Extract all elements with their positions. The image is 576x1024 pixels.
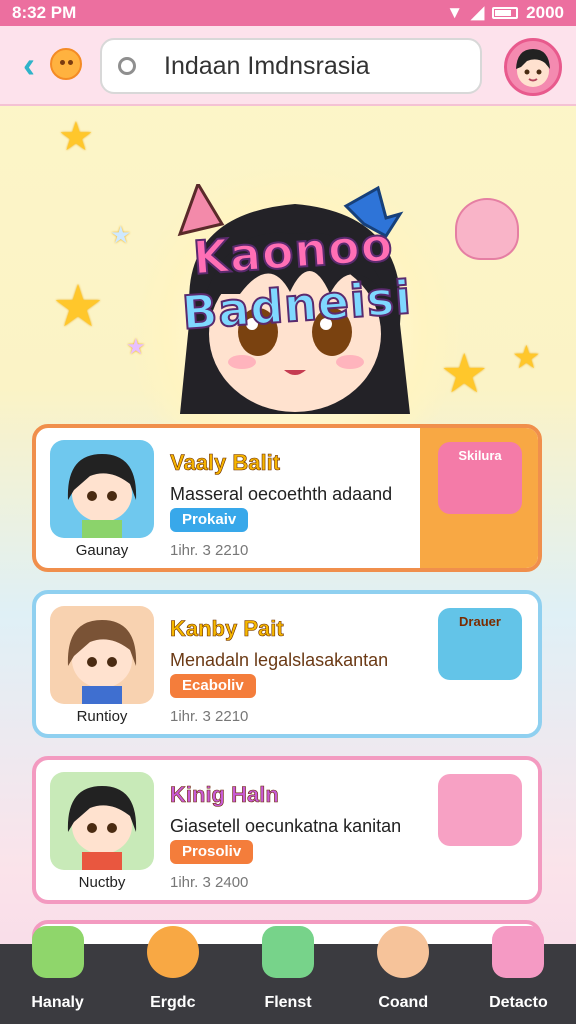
card-thumb-label: Gaunay [75, 542, 129, 559]
sticker-text: Drauer [459, 614, 501, 629]
nav-item-detacto[interactable]: Detacto [461, 926, 576, 1024]
top-bar: ‹ [0, 26, 576, 106]
card-date: 1ihr. 3 2400 [170, 874, 249, 891]
list-item[interactable]: Runtioy Kanby Pait Menadaln legalslasaka… [32, 590, 542, 738]
status-icons: ▼ ◢ 2000 [446, 3, 564, 23]
eraser-icon [492, 926, 545, 978]
search-bar[interactable] [100, 38, 482, 94]
card-date: 1ihr. 3 2210 [170, 708, 249, 725]
wifi-icon: ▼ [446, 3, 464, 22]
card-thumb-label: Runtioy [76, 708, 128, 725]
list-item[interactable]: Gaunay Vaaly Balit Masseral oecoethth ad… [32, 424, 542, 572]
card-thumbnail[interactable] [50, 440, 154, 538]
card-action-button[interactable]: Prosoliv [170, 840, 254, 864]
box-icon [262, 926, 314, 978]
star-icon: ★ [58, 115, 94, 159]
card-thumbnail[interactable] [50, 772, 154, 870]
card-sticker-image[interactable]: Drauer [438, 608, 522, 680]
nav-item-ergdc[interactable]: Ergdc [115, 926, 230, 1024]
card-description: Masseral oecoethth adaand [170, 484, 393, 504]
card-title: Vaaly Balit [170, 450, 281, 476]
card-sticker-image[interactable]: Skilura [438, 442, 522, 514]
nav-label: Coand [378, 994, 429, 1011]
card-thumbnail[interactable] [50, 606, 154, 704]
nav-label: Flenst [264, 994, 312, 1011]
card-thumb-label: Nuctby [78, 874, 126, 891]
card-action-button[interactable]: Ecaboliv [170, 674, 256, 698]
nav-label: Ergdc [150, 994, 196, 1011]
status-bar: 8:32 PM ▼ ◢ 2000 [0, 0, 576, 26]
nav-item-hanaly[interactable]: Hanaly [0, 926, 115, 1024]
search-icon [118, 57, 136, 75]
nav-item-flenst[interactable]: Flenst [230, 926, 345, 1024]
character-face-icon [377, 926, 430, 978]
chat-bubble-icon[interactable] [50, 48, 82, 80]
status-time: 8:32 PM [12, 3, 77, 22]
sticker-text: Skilura [458, 448, 502, 463]
nav-label: Hanaly [31, 994, 84, 1011]
nav-item-coand[interactable]: Coand [346, 926, 461, 1024]
star-icon: ★ [512, 339, 541, 375]
profile-avatar[interactable] [504, 38, 562, 96]
card-date: 1ihr. 3 2210 [170, 542, 249, 559]
card-action-button[interactable]: Prokaiv [170, 508, 249, 532]
list-item[interactable]: Nuctby Kinig Haln Giasetell oecunkatna k… [32, 756, 542, 904]
nav-label: Detacto [489, 994, 548, 1011]
signal-icon: ◢ [471, 3, 485, 22]
bottom-nav: Hanaly Ergdc Flenst Coand Detacto [0, 926, 576, 1024]
search-input[interactable] [162, 50, 466, 82]
card-sticker-image[interactable] [438, 774, 522, 846]
card-title: Kinig Haln [170, 782, 279, 808]
battery-icon [492, 7, 519, 19]
card-title: Kanby Pait [170, 616, 284, 642]
hero-banner: ★ ★ ★ ★ ★ ★ Kaonoo Badneisi [0, 106, 576, 496]
fruit-icon [146, 926, 199, 978]
star-icon: ★ [440, 344, 489, 404]
back-chevron-icon[interactable]: ‹ [12, 47, 46, 83]
card-description: Menadaln legalslasakantan [170, 650, 389, 670]
card-description: Giasetell oecunkatna kanitan [170, 816, 402, 836]
battery-text: 2000 [526, 3, 564, 22]
toy-car-icon [31, 926, 84, 978]
